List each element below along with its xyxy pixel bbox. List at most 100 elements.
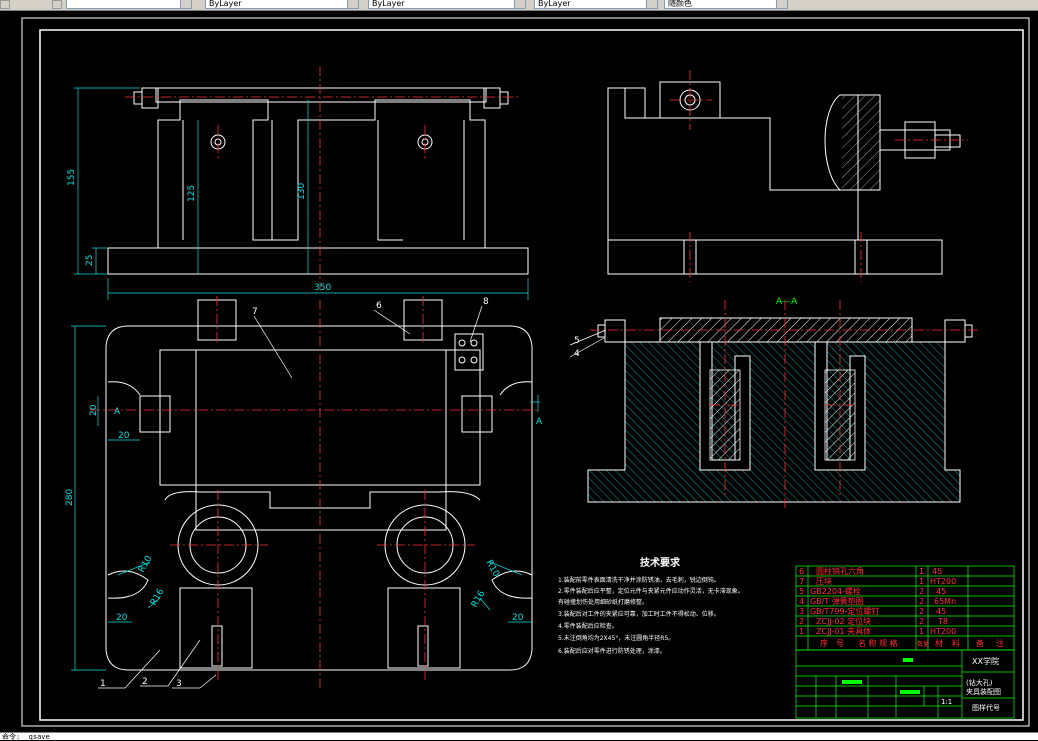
dim-20-d: 20 [512, 613, 524, 623]
bom-row-2-mat: HT200 [930, 577, 956, 586]
balloon-1: 1 [100, 679, 106, 689]
bom-row-4-qty: 2 [919, 597, 924, 606]
bom-row-6-mat: T8 [937, 617, 948, 626]
color-dropdown[interactable]: ByLayer [205, 0, 359, 9]
title-block-mark-2 [842, 680, 862, 684]
top-view-dims [71, 325, 540, 671]
bom-row-3-qty: 2 [919, 587, 924, 596]
section-mark-left: A [114, 407, 121, 417]
drawing-canvas[interactable]: 155 25 125 130 350 280 20 20 20 20 R10 R… [0, 10, 1038, 732]
side-view-hatch [842, 96, 880, 190]
layer-dropdown[interactable] [66, 0, 192, 9]
title-block-drawing-name-2: 夹具装配图 [966, 687, 1001, 696]
tech-req-item-6: 5.未注倒角均为2X45°，未注圆角半径R5。 [558, 634, 674, 642]
bom-row-7-no: 1 [799, 627, 804, 636]
title-block-drawing-name: (钻大孔) [966, 678, 993, 687]
linetype-dropdown[interactable]: ByLayer [368, 0, 526, 9]
dim-20-b: 20 [118, 431, 130, 441]
dim-r16-right: R16 [470, 589, 488, 610]
dim-20-a: 20 [89, 404, 99, 416]
chevron-down-icon [180, 0, 191, 8]
dim-r10-left: R10 [137, 554, 155, 575]
lineweight-dropdown[interactable]: ByLayer [534, 0, 658, 9]
bom-row-5-mat: 45 [936, 607, 946, 616]
bom-header-mat2: 料 [952, 638, 960, 648]
bom-header-note: 备 [976, 638, 984, 648]
title-block-scale: 1:1 [941, 698, 952, 706]
bom-row-5-name: GB/T799-定位螺钉 [810, 606, 879, 616]
tech-req-item-5: 4.零件装配后应检查。 [558, 622, 618, 630]
bom-row-6-qty: 2 [919, 617, 924, 626]
dim-350: 350 [314, 283, 331, 293]
dim-155: 155 [67, 169, 77, 186]
bom-row-1-mat: 45 [932, 567, 942, 576]
dim-25: 25 [85, 255, 95, 266]
bom-row-2-name: 压块 [816, 576, 832, 586]
command-line[interactable]: 命令: _qsave [0, 732, 1038, 741]
section-view [587, 317, 973, 503]
title-block-drawing-no: 图样代号 [972, 703, 1000, 712]
bom-row-6-no: 2 [799, 617, 804, 626]
dim-20-c: 20 [116, 613, 128, 623]
balloon-8: 8 [483, 297, 489, 307]
dim-r16-left: R16 [149, 587, 167, 608]
bom-table: 6 圆柱销孔六角 1 45 7 压块 1 HT200 5 GB2204-螺栓 2… [795, 565, 1015, 651]
balloon-7: 7 [252, 307, 258, 317]
leader-lines [98, 305, 607, 689]
plotstyle-dropdown[interactable]: 随颜色 [664, 0, 788, 9]
bom-row-7-qty: 1 [919, 627, 924, 636]
bom-row-6-name: ZCJJ-02 定位块 [816, 616, 871, 626]
dim-130: 130 [297, 183, 307, 200]
balloon-2: 2 [142, 677, 148, 687]
chevron-down-icon [646, 0, 657, 8]
linetype-dropdown-value: ByLayer [372, 0, 405, 8]
dim-125: 125 [187, 185, 197, 202]
chevron-down-icon [514, 0, 525, 8]
title-block-mark-3 [900, 690, 920, 694]
bom-header-name: 名 称 规 格 [858, 638, 898, 648]
top-view [105, 299, 533, 671]
color-dropdown-value: ByLayer [209, 0, 242, 8]
tech-requirements: 技术要求 1.装配前零件表面清洗干净并涂防锈油，去毛刺，锐边倒钝。 2.零件装配… [558, 556, 744, 655]
section-title: A—A [776, 297, 798, 307]
bom-row-2-no: 7 [799, 577, 804, 586]
front-view [107, 87, 529, 275]
bom-row-4-name: GB/T 弹簧垫圈 [810, 596, 864, 606]
bom-header-mat: 材 [935, 638, 943, 648]
dim-280: 280 [65, 489, 75, 506]
side-view-centerlines [670, 70, 968, 282]
bom-row-4-no: 4 [799, 597, 804, 606]
side-view [607, 81, 961, 275]
bom-header-qty: 数量 [917, 640, 929, 648]
balloon-6: 6 [376, 301, 382, 311]
bom-row-5-no: 3 [799, 607, 804, 616]
bom-row-7-mat: HT200 [930, 627, 956, 636]
layer-properties-icon[interactable] [52, 0, 62, 9]
title-block-company: XX学院 [972, 656, 999, 666]
bom-header-num: 号 [836, 639, 844, 648]
bom-header-note2: 注 [996, 638, 1004, 648]
title-block-mark-1 [903, 658, 913, 662]
bom-row-7-name: ZCJJ-01 夹具体 [816, 626, 871, 636]
bom-row-3-name: GB2204-螺栓 [810, 586, 861, 596]
bom-row-1-qty: 1 [919, 567, 924, 576]
tech-req-item-4: 3.装配后对工件的夹紧应可靠，加工时工件不得松动、位移。 [558, 610, 720, 618]
top-view-centerlines [90, 296, 540, 690]
tech-req-item-2: 2.零件装配后应平整，定位元件与夹紧元件应动作灵活，无卡滞现象。 [558, 587, 744, 595]
lineweight-dropdown-value: ByLayer [538, 0, 571, 8]
bom-row-3-no: 5 [799, 587, 804, 596]
tech-req-item-7: 6.装配后应对零件进行防锈处理，涂漆。 [558, 647, 666, 655]
bom-row-1-no: 6 [799, 567, 804, 576]
balloon-4: 4 [574, 349, 580, 359]
balloon-3: 3 [176, 679, 182, 689]
tech-req-title: 技术要求 [640, 556, 681, 569]
layer-state-icon[interactable] [0, 0, 10, 9]
balloon-5: 5 [574, 336, 580, 346]
bom-row-1-name: 圆柱销孔六角 [816, 566, 864, 576]
section-mark-right: A [536, 417, 543, 427]
tech-req-item-1: 1.装配前零件表面清洗干净并涂防锈油，去毛刺，锐边倒钝。 [558, 576, 720, 584]
bom-row-2-qty: 1 [919, 577, 924, 586]
chevron-down-icon [776, 0, 787, 8]
tech-req-item-3: 有碰撞划伤处用细砂纸打磨修整。 [558, 598, 648, 606]
title-block: XX学院 (钻大孔) 夹具装配图 1:1 图样代号 [795, 649, 1015, 719]
